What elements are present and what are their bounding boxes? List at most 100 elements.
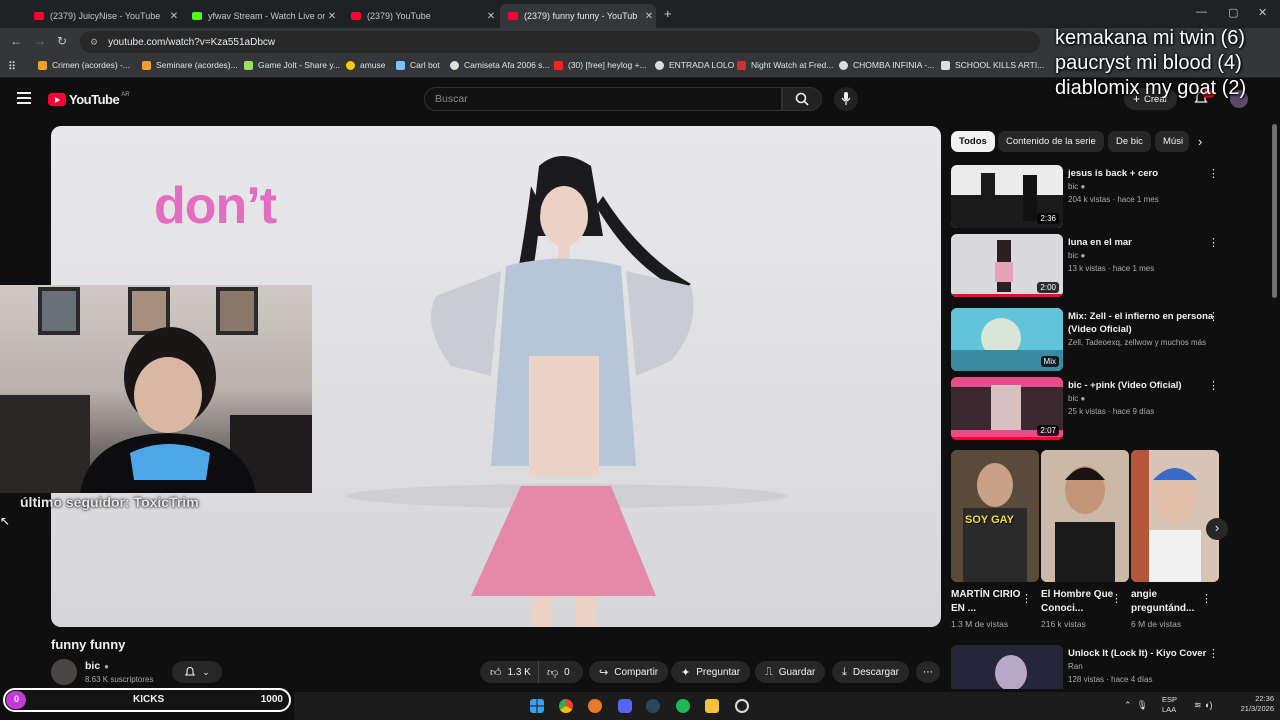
microphone-icon <box>841 92 851 105</box>
verified-icon: ● <box>104 661 110 671</box>
bookmark[interactable]: amuse <box>346 60 386 70</box>
download-button[interactable]: ⤓ Descargar <box>832 661 910 683</box>
bookmark-favicon-icon <box>396 60 405 70</box>
obs-icon[interactable] <box>735 699 749 713</box>
short-thumbnail[interactable] <box>1041 450 1129 582</box>
voice-search-button[interactable] <box>834 87 858 111</box>
video-thumbnail[interactable]: 2:07 <box>951 377 1063 440</box>
more-actions-button[interactable]: ⋯ <box>916 661 940 683</box>
chip-channel[interactable]: De bic <box>1108 131 1151 152</box>
close-window-icon[interactable]: ✕ <box>1258 6 1267 19</box>
steam-icon[interactable] <box>646 699 660 713</box>
bookmark[interactable]: Carl bot <box>396 60 440 70</box>
scrollbar[interactable] <box>1272 124 1277 298</box>
maximize-icon[interactable]: ▢ <box>1228 6 1238 19</box>
menu-icon[interactable] <box>17 92 31 107</box>
search-input[interactable]: Buscar <box>424 87 782 111</box>
short-art <box>1131 450 1219 582</box>
more-vert-icon[interactable]: ⋮ <box>1208 379 1219 392</box>
browser-tab[interactable]: (2379) YouTube ✕ <box>343 4 498 28</box>
list-item[interactable]: 2:36 jesus is back + cero bic ● 204 k vi… <box>951 165 1271 231</box>
download-icon: ⤓ <box>842 665 847 678</box>
youtube-icon <box>34 12 44 20</box>
chip-series[interactable]: Contenido de la serie <box>998 131 1104 152</box>
windows-start-icon[interactable] <box>530 699 544 713</box>
discord-icon[interactable] <box>618 699 632 713</box>
minimize-icon[interactable]: — <box>1196 6 1207 18</box>
globe-icon <box>450 60 459 70</box>
app-icon[interactable] <box>588 699 602 713</box>
clock[interactable]: 22:36 21/3/2026 <box>1241 694 1274 714</box>
close-icon[interactable]: ✕ <box>642 11 656 22</box>
file-explorer-icon[interactable] <box>705 699 719 713</box>
bookmark[interactable]: ENTRADA LOLO <box>655 60 734 70</box>
spotify-icon[interactable] <box>676 699 690 713</box>
verified-icon: ● <box>1080 251 1086 260</box>
bookmark-favicon-icon <box>142 60 151 70</box>
youtube-logo[interactable]: YouTube AR <box>48 92 130 107</box>
dislike-button[interactable]: 👎︎ 0 <box>538 661 583 683</box>
video-thumbnail[interactable]: Mix <box>951 308 1063 371</box>
more-vert-icon[interactable]: ⋮ <box>1201 592 1212 605</box>
bookmark[interactable]: CHOMBA INFINIA -... <box>839 60 934 70</box>
bookmark[interactable]: Crimen (acordes) -... <box>38 60 130 70</box>
channel-name[interactable]: bic ● <box>85 660 109 672</box>
more-vert-icon[interactable]: ⋮ <box>1021 592 1032 605</box>
save-button[interactable]: ⎍ Guardar <box>755 661 826 683</box>
close-icon[interactable]: ✕ <box>325 11 339 22</box>
chevron-right-icon[interactable]: › <box>1198 134 1202 149</box>
bookmark[interactable]: Seminare (acordes)... <box>142 60 238 70</box>
short-title[interactable]: El Hombre Que Conoci... <box>1041 588 1121 616</box>
chip-music[interactable]: Músi <box>1155 131 1189 152</box>
short-thumbnail[interactable] <box>1131 450 1219 582</box>
short-title[interactable]: angie preguntánd... <box>1131 588 1211 616</box>
bookmark[interactable]: Game Jolt - Share y... <box>244 60 340 70</box>
chrome-icon[interactable] <box>559 699 573 713</box>
subscribed-notifications-button[interactable]: ⌄ <box>172 661 222 683</box>
list-item[interactable]: Unlock It (Lock It) - Kiyo Cover Ran 128… <box>951 645 1271 689</box>
short-title[interactable]: MARTÍN CIRIO EN ... <box>951 588 1031 616</box>
close-icon[interactable]: ✕ <box>484 11 498 22</box>
youtube-icon <box>554 60 563 70</box>
short-thumbnail[interactable]: SOY GAY <box>951 450 1039 582</box>
apps-icon[interactable]: ⠿ <box>8 60 16 73</box>
bookmark[interactable]: (30) [free] heylog +... <box>554 60 647 70</box>
close-icon[interactable]: ✕ <box>167 11 181 22</box>
browser-tab-active[interactable]: (2379) funny funny - YouTub ✕ <box>500 4 656 28</box>
language-indicator[interactable]: ESP LAA <box>1162 695 1177 715</box>
video-thumbnail[interactable]: 2:00 <box>951 234 1063 297</box>
forward-icon[interactable]: → <box>34 34 46 48</box>
bookmark[interactable]: Night Watch at Fred... <box>737 60 833 70</box>
video-thumbnail[interactable] <box>951 645 1063 689</box>
more-vert-icon[interactable]: ⋮ <box>1208 647 1219 660</box>
verified-icon: ● <box>1080 182 1086 191</box>
list-item[interactable]: 2:00 luna en el mar bic ● 13 k vistas · … <box>951 234 1271 300</box>
browser-tab[interactable]: (2379) JuicyNise - YouTube ✕ <box>26 4 181 28</box>
back-icon[interactable]: ← <box>10 34 22 48</box>
reload-icon[interactable]: ↻ <box>57 34 67 48</box>
site-info-icon[interactable]: ⚙ <box>90 37 98 48</box>
kick-icon <box>192 12 202 20</box>
browser-tab[interactable]: yfwav Stream - Watch Live on Ki ✕ <box>184 4 339 28</box>
bookmark[interactable]: SCHOOL KILLS ARTI... <box>941 60 1044 70</box>
channel-avatar[interactable] <box>51 659 77 685</box>
more-vert-icon[interactable]: ⋮ <box>1208 236 1219 249</box>
bookmark[interactable]: Camiseta Afa 2006 s... <box>450 60 550 70</box>
video-thumbnail[interactable]: 2:36 <box>951 165 1063 228</box>
system-tray-icons[interactable]: ⌃ 🎙︎ <box>1124 700 1148 711</box>
chip-todos[interactable]: Todos <box>951 131 995 152</box>
list-item[interactable]: Mix Mix: Zell - el infierno en persona (… <box>951 308 1271 374</box>
more-vert-icon[interactable]: ⋮ <box>1111 592 1122 605</box>
search-button[interactable] <box>782 87 822 111</box>
share-icon: ↪ <box>599 666 609 679</box>
wifi-icon[interactable]: ≋ ◖) <box>1194 700 1212 711</box>
share-button[interactable]: ↪ Compartir <box>589 661 669 683</box>
more-vert-icon[interactable]: ⋮ <box>1208 167 1219 180</box>
thumbs-down-icon: 👎︎ <box>547 666 559 679</box>
new-tab-button[interactable]: + <box>664 6 672 21</box>
url-field[interactable]: ⚙ youtube.com/watch?v=Kza551aDbcw <box>80 31 1040 53</box>
more-vert-icon[interactable]: ⋮ <box>1208 310 1219 323</box>
list-item[interactable]: 2:07 bic - +pink (Video Oficial) bic ● 2… <box>951 377 1271 443</box>
shorts-next-button[interactable]: › <box>1206 518 1228 540</box>
ask-button[interactable]: ✦ Preguntar <box>671 661 751 683</box>
